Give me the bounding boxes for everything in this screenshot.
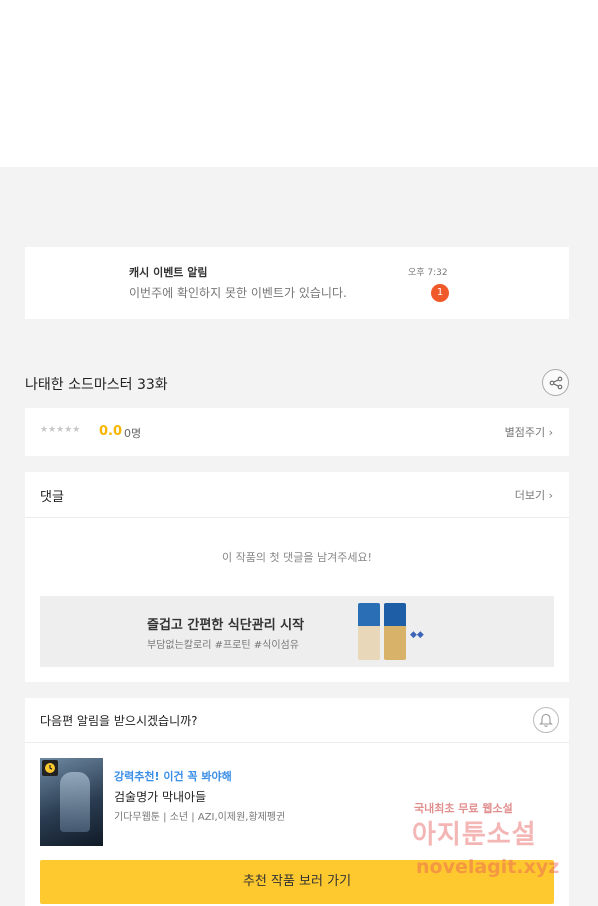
wait-free-clock-icon: [42, 760, 58, 776]
divider: [25, 742, 569, 743]
next-alert-question: 다음편 알림을 받으시겠습니까?: [40, 714, 198, 728]
comments-more-link[interactable]: 더보기 ›: [515, 487, 553, 503]
next-episode-card: 다음편 알림을 받으시겠습니까? 강력추천! 이건 꼭 봐야해 검술명가 막내아…: [25, 698, 569, 906]
ad-brand-logo: ◆◆: [410, 630, 424, 640]
comments-card: 댓글 더보기 › 이 작품의 첫 댓글을 남겨주세요! 즐겁고 간편한 식단관리…: [25, 472, 569, 682]
comments-empty-message: 이 작품의 첫 댓글을 남겨주세요!: [222, 551, 372, 564]
rate-button[interactable]: 별점주기 ›: [505, 424, 553, 440]
view-recommendation-button[interactable]: 추천 작품 보러 가기: [40, 860, 554, 904]
share-button[interactable]: [542, 369, 569, 396]
bell-icon: [539, 713, 553, 727]
recommendation-tag: 강력추천! 이건 꼭 봐야해: [114, 770, 232, 783]
recommendation-title[interactable]: 검술명가 막내아들: [114, 788, 206, 805]
alert-bell-button[interactable]: [533, 707, 559, 733]
notification-title: 캐시 이벤트 알림: [129, 266, 208, 279]
ad-title: 즐겁고 간편한 식단관리 시작: [147, 618, 305, 633]
rating-score: 0.0: [99, 424, 123, 439]
notification-body: 이번주에 확인하지 못한 이벤트가 있습니다.: [129, 286, 347, 300]
ad-subtitle: 부담없는칼로리 #프로틴 #식이섬유: [147, 640, 299, 651]
recommendation-meta: 기다무웹툰 | 소년 | AZI,이제원,황제펭귄: [114, 812, 286, 823]
notification-time: 오후 7:32: [408, 268, 448, 278]
event-notification-card[interactable]: 캐시 이벤트 알림 이번주에 확인하지 못한 이벤트가 있습니다. 오후 7:3…: [25, 247, 569, 319]
ad-product-image: [384, 603, 406, 660]
blank-top-area: [0, 0, 598, 167]
share-icon: [549, 376, 562, 389]
recommended-thumbnail[interactable]: [40, 758, 103, 846]
notification-count-badge: 1: [431, 284, 449, 302]
rating-card: ★★★★★ 0.0 0명 별점주기 ›: [25, 408, 569, 456]
ad-banner[interactable]: 즐겁고 간편한 식단관리 시작 부담없는칼로리 #프로틴 #식이섬유 ◆◆: [40, 596, 554, 667]
comments-header: 댓글: [40, 490, 64, 505]
divider: [25, 517, 569, 518]
rating-count: 0명: [124, 427, 142, 440]
ad-product-image: [358, 603, 380, 660]
cover-art: [60, 772, 90, 832]
rating-stars: ★★★★★: [40, 425, 81, 435]
episode-title: 나태한 소드마스터 33화: [25, 377, 168, 393]
